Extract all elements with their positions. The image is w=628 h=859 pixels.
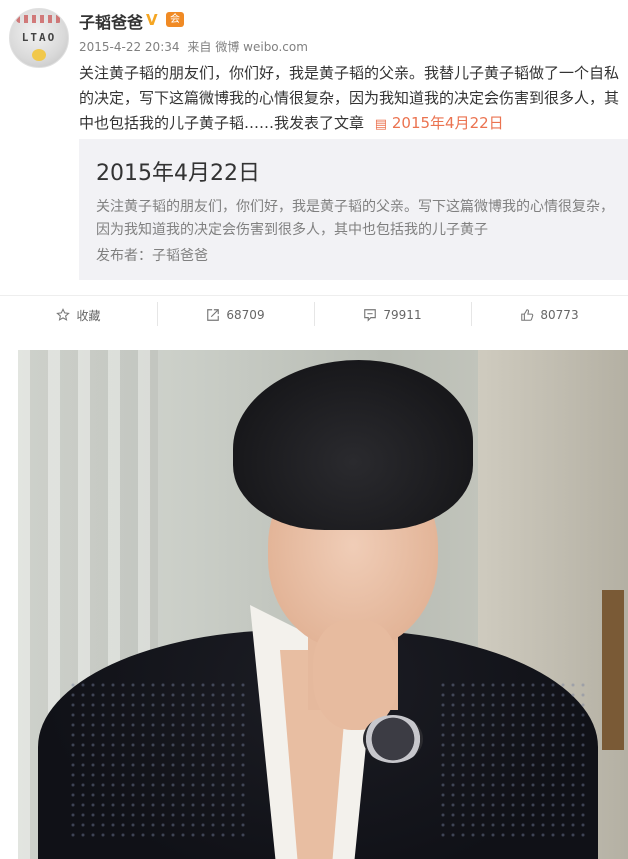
avatar-smiley xyxy=(32,49,46,61)
article-card-summary: 关注黄子韬的朋友们，你们好，我是黄子韬的父亲。写下这篇微博我的心情很复杂，因为我… xyxy=(96,199,614,238)
article-card[interactable]: 2015年4月22日 关注黄子韬的朋友们，你们好，我是黄子韬的父亲。写下这篇微博… xyxy=(79,139,628,280)
photo-hand xyxy=(313,620,398,730)
comment-count: 79911 xyxy=(383,308,422,322)
source-prefix: 来自 xyxy=(187,40,212,54)
post-text: 关注黄子韬的朋友们，你们好，我是黄子韬的父亲。我替儿子黄子韬做了一个自私的决定，… xyxy=(79,61,624,137)
post-photo[interactable] xyxy=(18,350,628,859)
username[interactable]: 子韬爸爸 xyxy=(79,9,143,33)
avatar-decoration xyxy=(16,15,62,23)
photo-sequins-right xyxy=(438,680,588,840)
article-card-author-name: 子韬爸爸 xyxy=(152,248,208,264)
avatar[interactable]: LTAO xyxy=(9,8,69,68)
like-button[interactable]: 80773 xyxy=(471,296,628,334)
action-bar: 收藏 68709 79911 80773 xyxy=(0,295,628,334)
article-card-author-label: 发布者： xyxy=(96,248,152,264)
repost-button[interactable]: 68709 xyxy=(157,296,314,334)
photo-watch xyxy=(363,715,423,763)
photo-hair xyxy=(233,360,473,530)
comment-button[interactable]: 79911 xyxy=(314,296,471,334)
comment-icon xyxy=(364,309,377,322)
verified-icon: V xyxy=(146,11,158,29)
avatar-logo-text: LTAO xyxy=(21,31,57,44)
article-link-label: 2015年4月22日 xyxy=(391,114,504,132)
favorite-button[interactable]: 收藏 xyxy=(0,296,157,334)
post-time[interactable]: 2015-4-22 20:34 xyxy=(79,40,180,54)
photo-frame xyxy=(602,590,624,750)
article-link[interactable]: ▤ 2015年4月22日 xyxy=(369,114,504,132)
like-count: 80773 xyxy=(540,308,579,322)
article-icon: ▤ xyxy=(374,117,388,132)
thumbs-up-icon xyxy=(521,309,534,321)
star-icon xyxy=(56,308,71,321)
post-text-content: 关注黄子韬的朋友们，你们好，我是黄子韬的父亲。我替儿子黄子韬做了一个自私的决定，… xyxy=(79,64,620,132)
post-source[interactable]: 微博 weibo.com xyxy=(215,40,308,54)
article-card-title: 2015年4月22日 xyxy=(96,161,260,186)
repost-icon xyxy=(207,309,220,321)
repost-count: 68709 xyxy=(226,308,265,322)
article-card-author: 发布者：子韬爸爸 xyxy=(96,245,208,265)
favorite-label: 收藏 xyxy=(76,308,101,323)
weibo-post: LTAO 子韬爸爸 V 会 2015-4-22 20:34 来自 微博 weibo… xyxy=(0,0,628,859)
post-meta: 2015-4-22 20:34 来自 微博 weibo.com xyxy=(79,38,312,55)
photo-sequins-left xyxy=(68,680,248,840)
member-badge-icon[interactable]: 会 xyxy=(166,12,184,27)
